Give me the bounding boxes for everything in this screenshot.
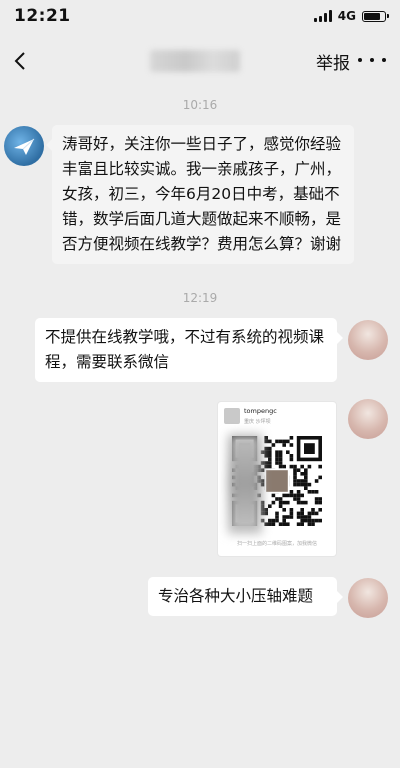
card-region: 重庆 沙坪坝 <box>244 419 271 425</box>
message-bubble-incoming[interactable]: 涛哥好，关注你一些日子了，感觉你经验丰富且比较实诚。我一亲戚孩子，广州，女孩，初… <box>46 125 354 264</box>
battery-fill <box>364 12 380 20</box>
report-button[interactable]: 举报 <box>316 49 350 74</box>
user-avatar[interactable] <box>348 399 388 439</box>
qr-code-image-message[interactable]: tompengc 重庆 沙坪坝 扫一扫上面的二维码图案，加我微信 <box>218 402 336 556</box>
signal-icon <box>313 10 332 22</box>
contact-avatar[interactable] <box>4 126 44 166</box>
card-avatar <box>224 408 240 424</box>
blurred-region <box>228 434 262 534</box>
paper-plane-icon <box>14 138 35 155</box>
network-type: 4G <box>337 9 356 23</box>
chevron-left-icon <box>14 52 25 70</box>
card-name: tompengc <box>244 407 277 415</box>
chat-header: 举报 <box>0 36 400 86</box>
message-timestamp: 10:16 <box>182 98 218 112</box>
more-options-button[interactable] <box>358 50 386 70</box>
user-avatar[interactable] <box>348 578 388 618</box>
more-dot-icon <box>370 58 374 62</box>
message-bubble-outgoing[interactable]: 不提供在线教学哦，不过有系统的视频课程，需要联系微信 <box>35 318 343 382</box>
user-avatar[interactable] <box>348 320 388 360</box>
chat-title-blurred <box>150 50 240 72</box>
battery-icon <box>362 10 389 22</box>
more-dot-icon <box>382 58 386 62</box>
status-bar: 12:21 4G <box>0 0 400 34</box>
message-timestamp: 12:19 <box>182 291 218 305</box>
status-time: 12:21 <box>14 6 71 26</box>
back-button[interactable] <box>8 46 32 76</box>
status-indicators: 4G <box>313 9 389 23</box>
message-bubble-outgoing[interactable]: 专治各种大小压轴难题 <box>148 577 343 616</box>
card-footer: 扫一扫上面的二维码图案，加我微信 <box>236 541 317 547</box>
more-dot-icon <box>358 58 362 62</box>
